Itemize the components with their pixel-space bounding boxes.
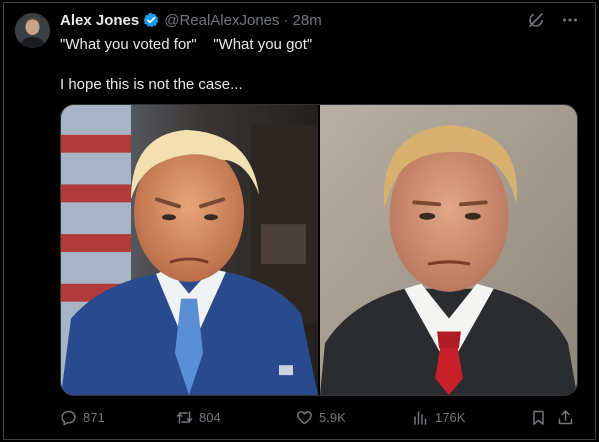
media-image-left[interactable] [61, 105, 318, 395]
separator-dot: · [283, 11, 289, 29]
tweet-timestamp[interactable]: 28m [293, 12, 322, 29]
author-avatar[interactable] [15, 13, 50, 48]
share-icon [558, 409, 573, 424]
tweet-text-line: I hope this is not the case... [60, 76, 243, 93]
views-button[interactable]: 176K [412, 406, 465, 428]
tweet-text: "What you voted for" "What you got" I ho… [60, 35, 570, 95]
retweet-count: 804 [199, 409, 221, 425]
verified-badge-icon [143, 12, 159, 28]
bookmark-button[interactable] [530, 406, 547, 428]
tweet-media[interactable] [60, 104, 578, 396]
more-icon[interactable] [561, 11, 579, 29]
retweet-icon [176, 410, 193, 424]
retweet-button[interactable]: 804 [176, 406, 221, 428]
like-count: 5.9K [319, 409, 346, 425]
reply-icon [61, 410, 76, 425]
share-button[interactable] [557, 406, 574, 428]
reply-button[interactable]: 871 [60, 406, 105, 428]
views-icon [414, 410, 427, 425]
reply-count: 871 [83, 409, 105, 425]
author-name[interactable]: Alex Jones [60, 12, 139, 29]
views-count: 176K [435, 409, 466, 425]
author-handle[interactable]: @RealAlexJones [164, 12, 279, 29]
tweet-header: Alex Jones @RealAlexJones · 28m [60, 10, 322, 30]
grok-icon[interactable] [527, 11, 545, 29]
tweet-actions-bar: 871 804 5.9K 176K [60, 406, 578, 428]
tweet-top-actions [527, 11, 579, 29]
like-button[interactable]: 5.9K [296, 406, 346, 428]
media-image-right[interactable] [320, 105, 577, 395]
tweet-text-line: "What you voted for" "What you got" [60, 36, 313, 53]
heart-icon [297, 410, 312, 424]
bookmark-icon [533, 410, 544, 425]
